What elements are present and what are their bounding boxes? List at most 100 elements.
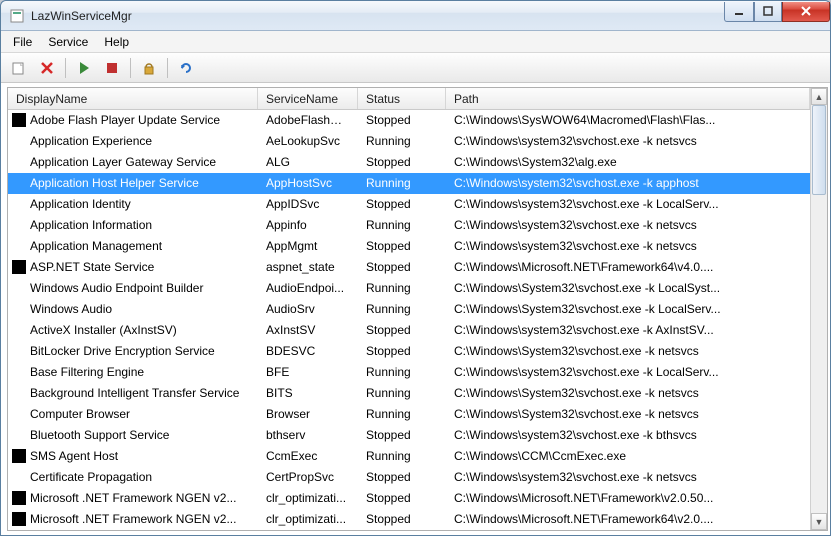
cell-status: Stopped <box>358 239 446 253</box>
cell-servicename: AppMgmt <box>258 239 358 253</box>
table-row[interactable]: Adobe Flash Player Update ServiceAdobeFl… <box>8 110 810 131</box>
table-row[interactable]: ASP.NET State Serviceaspnet_stateStopped… <box>8 257 810 278</box>
content-area: DisplayName ServiceName Status Path Adob… <box>7 87 828 531</box>
menu-file[interactable]: File <box>5 33 40 51</box>
cell-displayname: Certificate Propagation <box>30 470 152 484</box>
vertical-scrollbar[interactable]: ▲ ▼ <box>810 88 827 530</box>
cell-displayname: Windows Audio Endpoint Builder <box>30 281 203 295</box>
stop-icon <box>104 60 120 76</box>
cell-path: C:\Windows\system32\svchost.exe -k netsv… <box>446 239 810 253</box>
app-icon <box>9 8 25 24</box>
table-row[interactable]: BitLocker Drive Encryption ServiceBDESVC… <box>8 341 810 362</box>
toolbar-separator <box>167 58 168 78</box>
service-icon <box>12 218 26 232</box>
toolbar-separator <box>65 58 66 78</box>
col-header-status[interactable]: Status <box>358 88 446 109</box>
col-header-displayname[interactable]: DisplayName <box>8 88 258 109</box>
toolbar <box>1 53 830 83</box>
new-button[interactable] <box>7 56 31 80</box>
table-row[interactable]: Computer BrowserBrowserRunningC:\Windows… <box>8 404 810 425</box>
services-grid[interactable]: DisplayName ServiceName Status Path Adob… <box>8 88 810 530</box>
cell-servicename: clr_optimizati... <box>258 491 358 505</box>
cell-path: C:\Windows\system32\svchost.exe -k Local… <box>446 197 810 211</box>
table-row[interactable]: Windows AudioAudioSrvRunningC:\Windows\S… <box>8 299 810 320</box>
table-row[interactable]: Certificate PropagationCertPropSvcStoppe… <box>8 467 810 488</box>
cell-servicename: AudioSrv <box>258 302 358 316</box>
window-title: LazWinServiceMgr <box>31 9 724 23</box>
cell-servicename: aspnet_state <box>258 260 358 274</box>
table-row[interactable]: Application Host Helper ServiceAppHostSv… <box>8 173 810 194</box>
cell-servicename: Browser <box>258 407 358 421</box>
table-row[interactable]: Application Layer Gateway Service ALGStop… <box>8 152 810 173</box>
table-row[interactable]: Base Filtering EngineBFERunningC:\Window… <box>8 362 810 383</box>
service-icon <box>12 302 26 316</box>
permissions-button[interactable] <box>137 56 161 80</box>
start-button[interactable] <box>72 56 96 80</box>
cell-displayname: Computer Browser <box>30 407 130 421</box>
delete-button[interactable] <box>35 56 59 80</box>
window-buttons <box>724 2 830 24</box>
table-row[interactable]: Background Intelligent Transfer ServiceB… <box>8 383 810 404</box>
table-row[interactable]: Bluetooth Support ServicebthservStoppedC… <box>8 425 810 446</box>
lock-icon <box>141 60 157 76</box>
cell-servicename: clr_optimizati... <box>258 512 358 526</box>
close-button[interactable] <box>782 2 830 22</box>
stop-button[interactable] <box>100 56 124 80</box>
menu-help[interactable]: Help <box>96 33 137 51</box>
cell-servicename: Appinfo <box>258 218 358 232</box>
cell-status: Running <box>358 302 446 316</box>
table-row[interactable]: Application InformationAppinfoRunningC:\… <box>8 215 810 236</box>
service-icon <box>12 470 26 484</box>
cell-displayname: Application Identity <box>30 197 131 211</box>
service-icon <box>12 197 26 211</box>
cell-status: Running <box>358 218 446 232</box>
cell-servicename: AppHostSvc <box>258 176 358 190</box>
table-row[interactable]: Application IdentityAppIDSvcStoppedC:\Wi… <box>8 194 810 215</box>
minimize-button[interactable] <box>724 2 754 22</box>
cell-displayname: Application Layer Gateway Service <box>30 155 216 169</box>
cell-servicename: CcmExec <box>258 449 358 463</box>
scroll-up-icon[interactable]: ▲ <box>811 88 827 105</box>
scroll-thumb[interactable] <box>812 105 826 195</box>
grid-body: Adobe Flash Player Update ServiceAdobeFl… <box>8 110 810 530</box>
service-icon <box>12 260 26 274</box>
table-row[interactable]: ActiveX Installer (AxInstSV)AxInstSVStop… <box>8 320 810 341</box>
cell-path: C:\Windows\System32\svchost.exe -k Local… <box>446 281 810 295</box>
cell-displayname: Bluetooth Support Service <box>30 428 169 442</box>
table-row[interactable]: Microsoft .NET Framework NGEN v2...clr_o… <box>8 509 810 530</box>
cell-path: C:\Windows\system32\svchost.exe -k AxIns… <box>446 323 810 337</box>
cell-path: C:\Windows\System32\alg.exe <box>446 155 810 169</box>
table-row[interactable]: Microsoft .NET Framework NGEN v2...clr_o… <box>8 488 810 509</box>
maximize-button[interactable] <box>754 2 782 22</box>
col-header-servicename[interactable]: ServiceName <box>258 88 358 109</box>
cell-displayname: Application Management <box>30 239 162 253</box>
service-icon <box>12 491 26 505</box>
cell-status: Stopped <box>358 344 446 358</box>
titlebar[interactable]: LazWinServiceMgr <box>1 1 830 31</box>
table-row[interactable]: Application ExperienceAeLookupSvcRunning… <box>8 131 810 152</box>
cell-displayname: Base Filtering Engine <box>30 365 144 379</box>
service-icon <box>12 113 26 127</box>
scroll-track[interactable] <box>811 105 827 513</box>
table-row[interactable]: Application Management AppMgmtStoppedC:\W… <box>8 236 810 257</box>
cell-servicename: ALG <box>258 155 358 169</box>
cell-status: Stopped <box>358 113 446 127</box>
cell-servicename: BFE <box>258 365 358 379</box>
menubar: File Service Help <box>1 31 830 53</box>
cell-status: Stopped <box>358 428 446 442</box>
service-icon <box>12 428 26 442</box>
cell-path: C:\Windows\system32\svchost.exe -k appho… <box>446 176 810 190</box>
cell-servicename: AdobeFlashPl... <box>258 113 358 127</box>
col-header-path[interactable]: Path <box>446 88 810 109</box>
refresh-button[interactable] <box>174 56 198 80</box>
cell-status: Running <box>358 386 446 400</box>
cell-status: Running <box>358 449 446 463</box>
table-row[interactable]: Windows Audio Endpoint BuilderAudioEndpo… <box>8 278 810 299</box>
cell-displayname: Background Intelligent Transfer Service <box>30 386 239 400</box>
cell-status: Stopped <box>358 155 446 169</box>
scroll-down-icon[interactable]: ▼ <box>811 513 827 530</box>
menu-service[interactable]: Service <box>40 33 96 51</box>
cell-displayname: Windows Audio <box>30 302 112 316</box>
table-row[interactable]: SMS Agent HostCcmExecRunningC:\Windows\C… <box>8 446 810 467</box>
cell-status: Running <box>358 134 446 148</box>
